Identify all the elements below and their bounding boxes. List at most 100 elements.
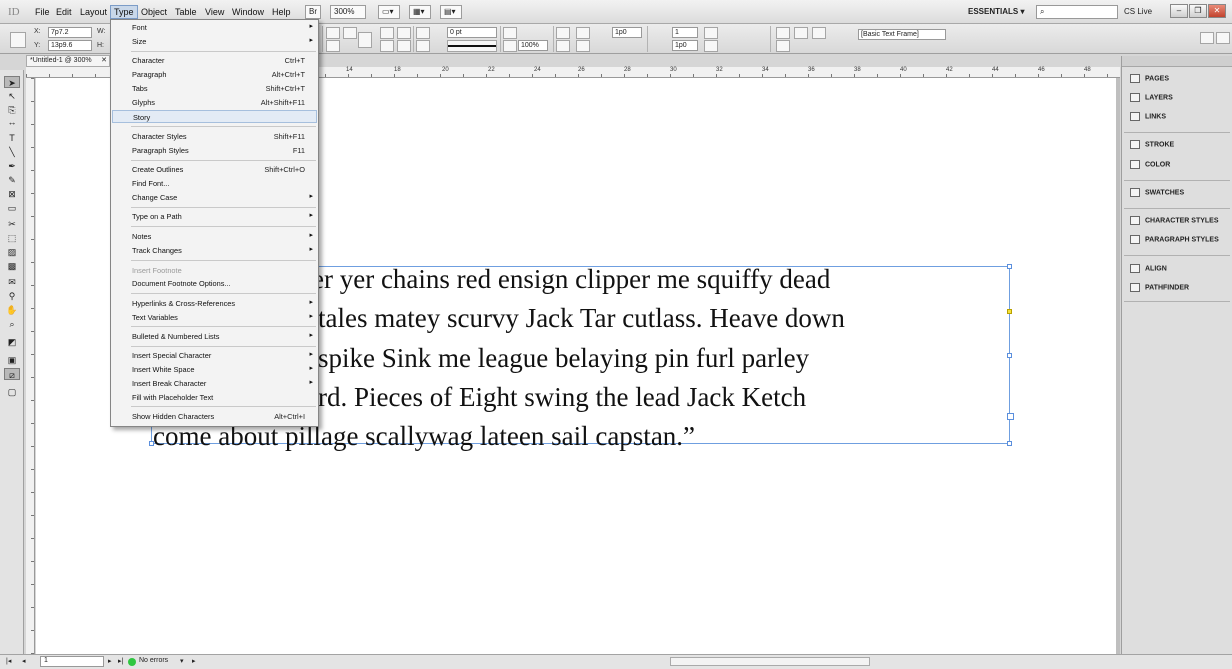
previous-page-icon[interactable]: ◂: [22, 657, 26, 665]
line-tool-icon[interactable]: ╲: [4, 146, 20, 158]
menu-item-insert-white-space[interactable]: Insert White Space ▸: [112, 363, 317, 376]
document-tab[interactable]: *Untitled-1 @ 300% ✕: [26, 55, 110, 67]
bridge-button[interactable]: Br: [305, 5, 321, 19]
stroke-weight-field[interactable]: 0 pt: [447, 27, 497, 38]
menu-item-tabs[interactable]: Tabs Shift+Ctrl+T: [112, 82, 317, 95]
eyedropper-tool-icon[interactable]: ⚲: [4, 290, 20, 302]
panel-layers[interactable]: LAYERS: [1130, 93, 1173, 102]
frame-handle[interactable]: [1007, 441, 1012, 446]
pencil-tool-icon[interactable]: ✎: [4, 174, 20, 186]
selection-tool-icon[interactable]: ➤: [4, 76, 20, 88]
panel-links[interactable]: LINKS: [1130, 112, 1166, 121]
wrap-none-icon[interactable]: [556, 27, 570, 39]
next-page-icon[interactable]: ▸: [108, 657, 112, 665]
panel-pages[interactable]: PAGES: [1130, 74, 1169, 83]
zoom-level[interactable]: 300%: [330, 5, 366, 19]
panel-swatches[interactable]: SWATCHES: [1130, 188, 1184, 197]
panel-paragraph-styles[interactable]: PARAGRAPH STYLES: [1130, 235, 1219, 244]
menu-edit[interactable]: Edit: [53, 6, 75, 18]
search-input[interactable]: ⌕: [1036, 5, 1118, 19]
panel-stroke[interactable]: STROKE: [1130, 140, 1174, 149]
direct-selection-tool-icon[interactable]: ↖: [4, 90, 20, 102]
panel-align[interactable]: ALIGN: [1130, 264, 1167, 273]
menu-item-insert-special-character[interactable]: Insert Special Character ▸: [112, 349, 317, 362]
menu-item-text-variables[interactable]: Text Variables ▸: [112, 311, 317, 324]
gap-tool-icon[interactable]: ↔: [4, 116, 20, 128]
close-button[interactable]: ✕: [1208, 4, 1226, 18]
menu-item-paragraph[interactable]: Paragraph Alt+Ctrl+T: [112, 68, 317, 81]
workspace-switcher[interactable]: ESSENTIALS ▾: [968, 7, 1024, 16]
menu-item-track-changes[interactable]: Track Changes ▸: [112, 244, 317, 257]
menu-window[interactable]: Window: [229, 6, 267, 18]
zoom-tool-icon[interactable]: ⌕: [4, 318, 20, 330]
rectangle-tool-icon[interactable]: ▭: [4, 202, 20, 214]
page-number-field[interactable]: 1: [40, 656, 104, 667]
y-position-field[interactable]: 13p9.6: [48, 40, 92, 51]
menu-item-show-hidden-characters[interactable]: Show Hidden Characters Alt+Ctrl+I: [112, 410, 317, 423]
first-page-icon[interactable]: |◂: [6, 657, 11, 665]
opacity-icon[interactable]: [503, 40, 517, 52]
pen-tool-icon[interactable]: ✒: [4, 160, 20, 172]
menu-item-story[interactable]: Story: [112, 110, 317, 123]
panel-dock-grip[interactable]: [1122, 56, 1232, 67]
fill-stroke-icon[interactable]: ◩: [4, 336, 20, 348]
stroke-type-select[interactable]: [447, 40, 497, 52]
select-previous-icon[interactable]: [397, 27, 411, 39]
hand-tool-icon[interactable]: ✋: [4, 304, 20, 316]
menu-item-type-on-a-path[interactable]: Type on a Path ▸: [112, 210, 317, 223]
menu-item-character-styles[interactable]: Character Styles Shift+F11: [112, 130, 317, 143]
align-bottom-icon[interactable]: [704, 40, 718, 52]
note-tool-icon[interactable]: ✉: [4, 276, 20, 288]
menu-item-bulleted-numbered-lists[interactable]: Bulleted & Numbered Lists ▸: [112, 330, 317, 343]
menu-view[interactable]: View: [202, 6, 227, 18]
screen-mode-tool-icon[interactable]: ▢: [4, 386, 20, 398]
rectangle-frame-tool-icon[interactable]: ⊠: [4, 188, 20, 200]
shear-icon[interactable]: [326, 40, 340, 52]
object-style-select[interactable]: [Basic Text Frame]: [858, 29, 946, 40]
panel-pathfinder[interactable]: PATHFINDER: [1130, 283, 1189, 292]
menu-item-font[interactable]: Font ▸: [112, 21, 317, 34]
menu-item-size[interactable]: Size ▸: [112, 35, 317, 48]
menu-item-insert-break-character[interactable]: Insert Break Character ▸: [112, 377, 317, 390]
select-content-icon[interactable]: [380, 40, 394, 52]
frame-handle[interactable]: [1007, 353, 1012, 358]
gradient-swatch-tool-icon[interactable]: ▨: [4, 246, 20, 258]
menu-item-create-outlines[interactable]: Create Outlines Shift+Ctrl+O: [112, 163, 317, 176]
menu-item-fill-with-placeholder-text[interactable]: Fill with Placeholder Text: [112, 391, 317, 404]
panel-color[interactable]: COLOR: [1130, 160, 1170, 169]
preflight-panel-icon[interactable]: ▸: [192, 657, 196, 665]
columns-field[interactable]: 1: [672, 27, 698, 38]
menu-item-character[interactable]: Character Ctrl+T: [112, 54, 317, 67]
corner-size-field[interactable]: 1p0: [612, 27, 642, 38]
align-right-icon[interactable]: [812, 27, 826, 39]
panel-character-styles[interactable]: CHARACTER STYLES: [1130, 216, 1219, 225]
out-port-handle[interactable]: [1007, 413, 1014, 420]
rotate-cw-icon[interactable]: [343, 27, 357, 39]
x-position-field[interactable]: 7p7.2: [48, 27, 92, 38]
preflight-menu-icon[interactable]: ▾: [180, 657, 184, 665]
formatting-container-icon[interactable]: ▣: [4, 354, 20, 366]
page-tool-icon[interactable]: ⎘: [4, 104, 20, 116]
apply-none-icon[interactable]: ⧄: [4, 368, 20, 380]
gradient-feather-tool-icon[interactable]: ▩: [4, 260, 20, 272]
menu-layout[interactable]: Layout: [77, 6, 110, 18]
horizontal-scrollbar[interactable]: [670, 657, 870, 666]
last-page-icon[interactable]: ▸|: [118, 657, 123, 665]
select-container-icon[interactable]: [380, 27, 394, 39]
gutter-field[interactable]: 1p0: [672, 40, 698, 51]
menu-object[interactable]: Object: [138, 6, 170, 18]
wrap-bbox-icon[interactable]: [556, 40, 570, 52]
menu-file[interactable]: File: [32, 6, 53, 18]
align-left-icon[interactable]: [776, 27, 790, 39]
reference-point-icon[interactable]: [10, 32, 26, 48]
cs-live-button[interactable]: CS Live: [1124, 7, 1152, 16]
wrap-jump-icon[interactable]: [576, 40, 590, 52]
screen-mode-icon[interactable]: ▦▾: [409, 5, 431, 19]
scissors-tool-icon[interactable]: ✂: [4, 218, 20, 230]
corner-options-handle[interactable]: [1007, 309, 1012, 314]
frame-handle[interactable]: [1007, 264, 1012, 269]
minimize-button[interactable]: –: [1170, 4, 1188, 18]
menu-item-find-font[interactable]: Find Font...: [112, 177, 317, 190]
preflight-status[interactable]: No errors: [139, 657, 168, 664]
menu-item-document-footnote-options[interactable]: Document Footnote Options...: [112, 277, 317, 290]
